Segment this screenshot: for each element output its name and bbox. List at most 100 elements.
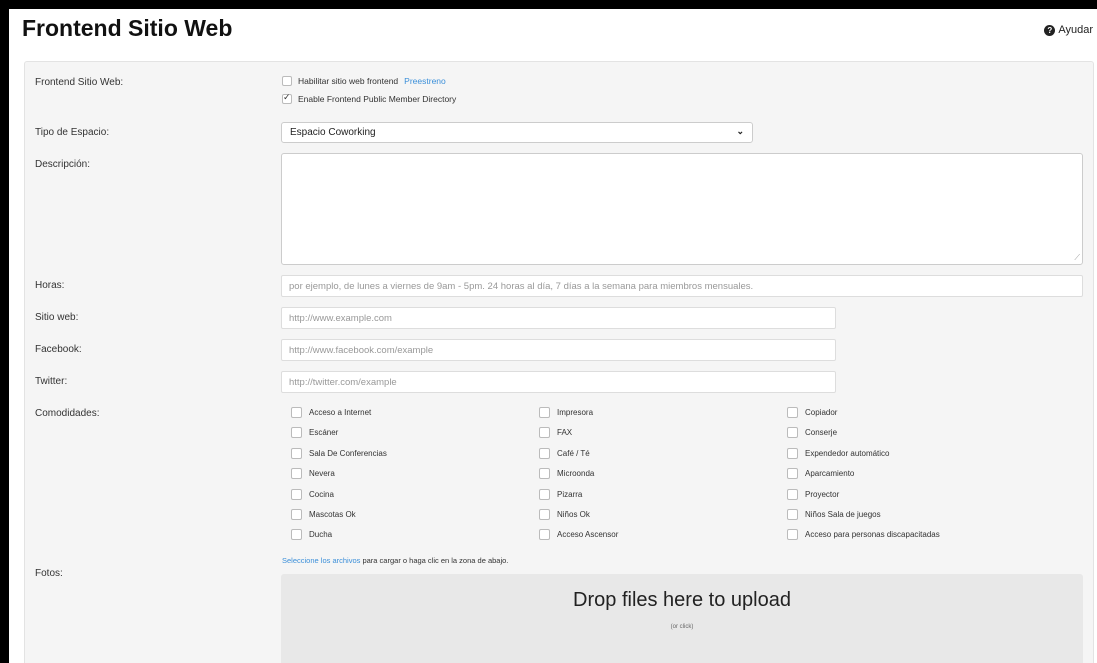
- space-type-select[interactable]: Espacio Coworking ⌄: [281, 122, 753, 143]
- amenity-label: Impresora: [557, 408, 594, 417]
- amenity-label: Acceso Ascensor: [557, 530, 619, 540]
- amenity-checkbox[interactable]: [291, 509, 302, 520]
- amenity-label: Niños Sala de juegos: [805, 510, 881, 519]
- twitter-label: Twitter:: [35, 376, 68, 387]
- amenity-option[interactable]: Expendedor automático: [787, 447, 890, 459]
- amenity-option[interactable]: Sala De Conferencias: [291, 447, 387, 459]
- photos-label: Fotos:: [35, 568, 63, 579]
- amenity-label: Expendedor automático: [805, 448, 890, 458]
- amenity-label: Ducha: [309, 530, 333, 540]
- amenity-checkbox[interactable]: [291, 407, 302, 418]
- amenity-option[interactable]: Niños Sala de juegos: [787, 509, 881, 520]
- amenity-checkbox[interactable]: [539, 447, 550, 459]
- amenity-checkbox[interactable]: [291, 488, 302, 500]
- amenity-checkbox[interactable]: [539, 427, 550, 439]
- amenities-label: Comodidades:: [35, 408, 100, 419]
- amenity-label: Pizarra: [557, 489, 583, 499]
- amenity-checkbox[interactable]: [787, 488, 798, 500]
- hours-input[interactable]: por ejemplo, de lunes a viernes de 9am -…: [281, 275, 1083, 297]
- amenity-option[interactable]: Ducha: [291, 529, 333, 541]
- page-frame: Frontend Sitio Web ? Ayudar Frontend Sit…: [9, 9, 1097, 663]
- amenity-checkbox[interactable]: [539, 509, 550, 520]
- question-circle-icon: ?: [1044, 24, 1056, 36]
- amenity-option[interactable]: Acceso a Internet: [291, 407, 371, 418]
- description-textarea[interactable]: ⟋: [281, 153, 1083, 265]
- help-label: Ayudar: [1058, 24, 1093, 36]
- dropzone-subtitle: (or click): [670, 624, 694, 630]
- amenity-checkbox[interactable]: [787, 509, 798, 520]
- amenity-label: FAX: [557, 428, 573, 438]
- amenity-option[interactable]: Copiador: [787, 407, 837, 418]
- amenity-option[interactable]: Escáner: [291, 427, 339, 439]
- amenity-label: Niños Ok: [557, 510, 590, 519]
- amenity-option[interactable]: FAX: [539, 427, 573, 439]
- amenity-checkbox[interactable]: [291, 468, 302, 480]
- website-label: Sitio web:: [35, 312, 79, 323]
- amenity-checkbox[interactable]: [539, 488, 550, 500]
- amenity-option[interactable]: Conserje: [787, 427, 838, 439]
- amenity-option[interactable]: Nevera: [291, 468, 335, 480]
- amenity-label: Acceso para personas discapacitadas: [805, 530, 940, 540]
- facebook-input[interactable]: http://www.facebook.com/example: [281, 339, 836, 361]
- photos-hint: Seleccione los archivos para cargar o ha…: [282, 556, 508, 565]
- member-directory-label: Enable Frontend Public Member Directory: [298, 94, 457, 104]
- preview-link[interactable]: Preestreno: [404, 76, 446, 86]
- enable-frontend-label: Habilitar sitio web frontend: [298, 76, 399, 86]
- photo-dropzone[interactable]: Drop files here to upload (or click): [281, 574, 1083, 663]
- amenity-option[interactable]: Niños Ok: [539, 509, 590, 520]
- amenity-checkbox[interactable]: [291, 427, 302, 439]
- website-input[interactable]: http://www.example.com: [281, 307, 836, 329]
- amenity-checkbox[interactable]: [787, 529, 798, 541]
- amenity-checkbox[interactable]: [539, 407, 550, 418]
- amenity-option[interactable]: Microonda: [539, 468, 595, 480]
- amenity-label: Nevera: [309, 469, 335, 479]
- amenity-option[interactable]: Proyector: [787, 488, 840, 500]
- description-label: Descripción:: [35, 159, 91, 170]
- amenity-label: Sala De Conferencias: [309, 448, 387, 458]
- resize-handle-icon[interactable]: ⟋: [1074, 253, 1080, 263]
- dropzone-title: Drop files here to upload: [573, 589, 791, 611]
- amenity-checkbox[interactable]: [539, 468, 550, 480]
- space-type-label: Tipo de Espacio:: [35, 127, 110, 138]
- hours-label: Horas:: [35, 280, 65, 291]
- twitter-input[interactable]: http://twitter.com/example: [281, 371, 836, 393]
- amenity-label: Cocina: [309, 489, 334, 499]
- amenity-label: Mascotas Ok: [309, 510, 356, 519]
- amenity-checkbox[interactable]: [787, 407, 798, 418]
- amenity-label: Café / Té: [557, 448, 590, 458]
- amenity-label: Proyector: [805, 489, 840, 499]
- member-directory-row[interactable]: Enable Frontend Public Member Directory: [282, 92, 457, 104]
- member-directory-checkbox[interactable]: [282, 92, 292, 104]
- amenity-option[interactable]: Aparcamiento: [787, 468, 855, 480]
- amenity-checkbox[interactable]: [291, 447, 302, 459]
- frontend-label: Frontend Sitio Web:: [35, 77, 124, 88]
- settings-panel: Frontend Sitio Web: Habilitar sitio web …: [24, 61, 1094, 663]
- amenity-label: Escáner: [309, 428, 339, 438]
- amenity-checkbox[interactable]: [539, 529, 550, 541]
- amenity-option[interactable]: Cocina: [291, 488, 334, 500]
- chevron-down-icon: ⌄: [736, 126, 744, 136]
- amenity-label: Microonda: [557, 469, 595, 479]
- amenity-checkbox[interactable]: [787, 468, 798, 480]
- amenity-label: Acceso a Internet: [309, 408, 372, 417]
- enable-frontend-row[interactable]: Habilitar sitio web frontend Preestreno: [282, 76, 446, 86]
- amenity-label: Aparcamiento: [805, 469, 855, 479]
- enable-frontend-checkbox[interactable]: [282, 76, 292, 86]
- page-title: Frontend Sitio Web: [22, 15, 233, 41]
- facebook-label: Facebook:: [35, 344, 82, 355]
- space-type-value: Espacio Coworking: [290, 127, 376, 138]
- amenity-option[interactable]: Pizarra: [539, 488, 583, 500]
- amenity-checkbox[interactable]: [291, 529, 302, 541]
- amenity-option[interactable]: Impresora: [539, 407, 593, 418]
- amenity-option[interactable]: Acceso Ascensor: [539, 529, 619, 541]
- amenity-option[interactable]: Café / Té: [539, 447, 590, 459]
- photos-hint-text: para cargar o haga clic en la zona de ab…: [360, 556, 509, 565]
- amenity-checkbox[interactable]: [787, 447, 798, 459]
- amenity-label: Conserje: [805, 428, 838, 438]
- select-files-link[interactable]: Seleccione los archivos: [282, 556, 360, 565]
- amenity-option[interactable]: Mascotas Ok: [291, 509, 356, 520]
- amenity-checkbox[interactable]: [787, 427, 798, 439]
- help-link[interactable]: ? Ayudar: [1044, 24, 1093, 36]
- amenity-label: Copiador: [805, 408, 838, 417]
- amenity-option[interactable]: Acceso para personas discapacitadas: [787, 529, 940, 541]
